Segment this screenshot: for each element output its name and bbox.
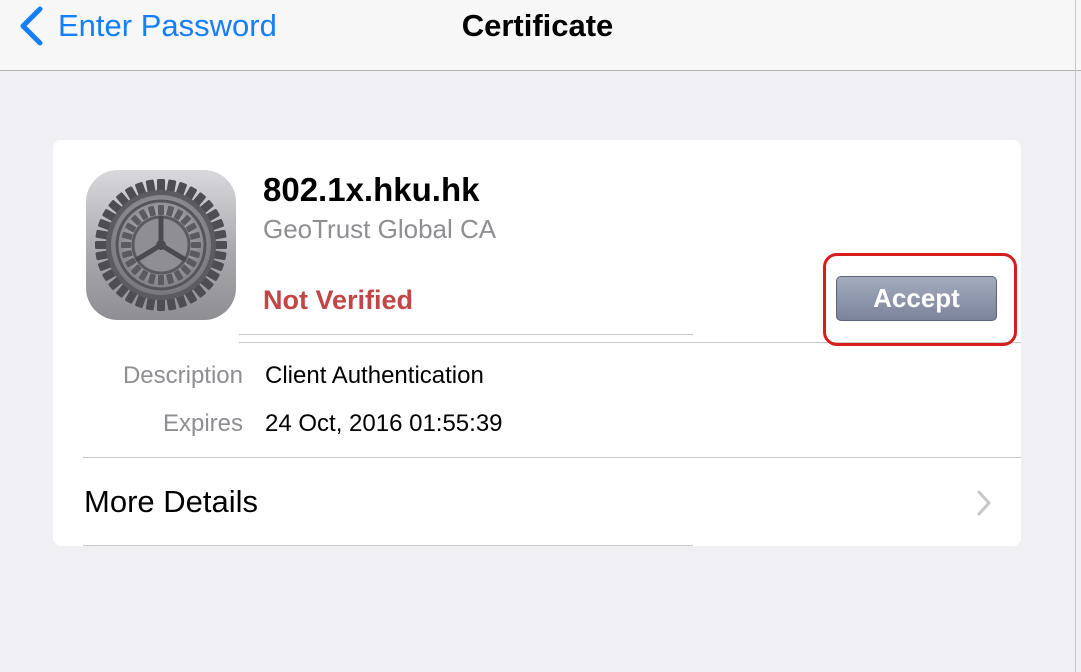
certificate-name: 802.1x.hku.hk [263,171,480,208]
edge-divider [1075,0,1081,672]
settings-app-icon [86,170,236,320]
accept-highlight-annotation [823,253,1017,346]
more-details-row[interactable]: More Details [53,458,1021,546]
divider [239,334,693,335]
expires-value: 24 Oct, 2016 01:55:39 [265,410,503,437]
divider [83,545,693,546]
certificate-issuer: GeoTrust Global CA [263,214,497,244]
chevron-right-icon [977,490,991,516]
more-details-label: More Details [84,484,258,519]
navigation-bar: Enter Password Certificate [0,0,1081,71]
description-label: Description [122,362,243,389]
verification-status: Not Verified [263,285,414,315]
expires-label: Expires [162,410,243,437]
screen: Enter Password Certificate 802.1x.hku.hk… [0,0,1081,672]
settings-gear-icon [95,179,227,311]
page-title: Certificate [461,8,614,43]
description-value: Client Authentication [265,362,484,389]
